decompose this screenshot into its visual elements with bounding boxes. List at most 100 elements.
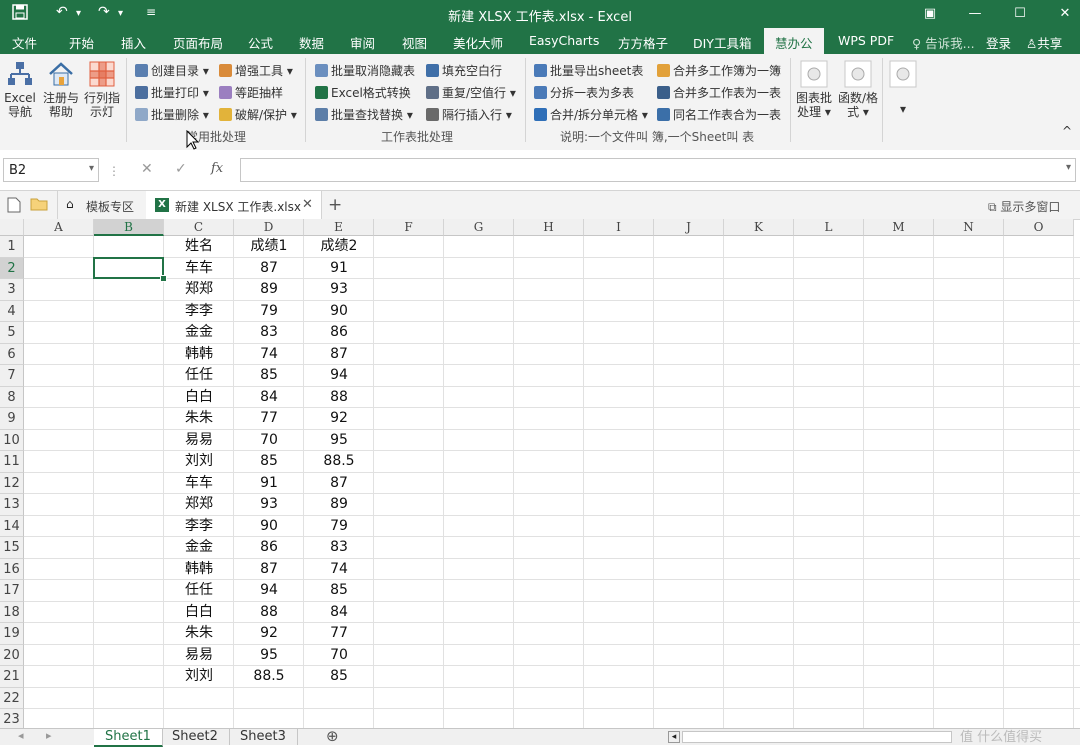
tab-insert[interactable]: 插入 [121,33,146,52]
row-header[interactable]: 12 [0,472,24,494]
data-cell[interactable]: 88 [234,602,304,623]
row-header[interactable]: 19 [0,623,24,645]
column-header[interactable]: O [1004,219,1074,236]
tab-page-layout[interactable]: 页面布局 [173,33,223,52]
row-header[interactable]: 16 [0,558,24,580]
row-header[interactable]: 10 [0,429,24,451]
data-cell[interactable]: 李李 [164,516,234,537]
column-header[interactable]: K [724,219,794,236]
name-box[interactable]: B2 ▾ [3,158,99,182]
data-cell[interactable]: 87 [234,559,304,580]
column-header[interactable]: A [24,219,94,236]
merge-same-name-button[interactable]: 同名工作表合为一表 [657,106,781,123]
excel-convert-button[interactable]: Excel格式转换 [315,84,411,101]
column-header[interactable]: B [94,219,164,236]
data-cell[interactable]: 77 [234,408,304,429]
split-table-button[interactable]: 分拆一表为多表 [534,84,634,101]
row-header[interactable]: 15 [0,537,24,559]
tab-view[interactable]: 视图 [402,33,427,52]
data-cell[interactable]: 金金 [164,322,234,343]
tab-file[interactable]: 文件 [12,33,37,52]
column-header[interactable]: C [164,219,234,236]
data-cell[interactable]: 89 [304,494,374,515]
data-cell[interactable]: 刘刘 [164,451,234,472]
data-cell[interactable]: 70 [304,645,374,666]
data-cell[interactable]: 任任 [164,580,234,601]
fill-blank-row-button[interactable]: 填充空白行 [426,62,502,79]
data-cell[interactable]: 87 [304,344,374,365]
row-header[interactable]: 9 [0,408,24,430]
header-cell[interactable]: 成绩2 [304,236,374,257]
row-header[interactable]: 22 [0,687,24,709]
data-cell[interactable]: 84 [304,602,374,623]
data-cell[interactable]: 88 [304,387,374,408]
column-header[interactable]: G [444,219,514,236]
data-cell[interactable]: 95 [234,645,304,666]
data-cell[interactable]: 79 [234,301,304,322]
tab-easycharts[interactable]: EasyCharts [529,33,599,48]
data-cell[interactable]: 77 [304,623,374,644]
spreadsheet-grid[interactable]: A B C D E F G H I J K L M N O 1 2 3 4 5 6 7 8 9 10 11 12 13 14 15 16 17… [0,219,1080,728]
row-header[interactable]: 8 [0,386,24,408]
row-header[interactable]: 1 [0,236,24,258]
sheet-tab-3[interactable]: Sheet3 [229,729,298,745]
tab-home[interactable]: 开始 [69,33,94,52]
ribbon-display-icon[interactable]: ▣ [915,3,945,25]
tab-wps-pdf[interactable]: WPS PDF [838,33,894,48]
data-cell[interactable]: 86 [304,322,374,343]
data-cell[interactable]: 87 [304,473,374,494]
row-header[interactable]: 5 [0,322,24,344]
row-header[interactable]: 4 [0,300,24,322]
collapse-ribbon-icon[interactable]: ^ [1062,124,1072,138]
row-header[interactable]: 7 [0,365,24,387]
row-header[interactable]: 14 [0,515,24,537]
register-help-button[interactable]: 注册与 帮助 [42,60,80,119]
data-cell[interactable]: 74 [234,344,304,365]
cancel-icon[interactable]: ✕ [141,161,153,177]
confirm-icon[interactable]: ✓ [175,161,187,177]
data-cell[interactable]: 李李 [164,301,234,322]
data-cell[interactable]: 84 [234,387,304,408]
data-cell[interactable]: 85 [234,365,304,386]
row-header[interactable]: 6 [0,343,24,365]
data-cell[interactable]: 74 [304,559,374,580]
column-header[interactable]: M [864,219,934,236]
header-cell[interactable]: 成绩1 [234,236,304,257]
data-cell[interactable]: 83 [304,537,374,558]
row-header[interactable]: 20 [0,644,24,666]
data-cell[interactable]: 85 [304,580,374,601]
column-header[interactable]: N [934,219,1004,236]
sheet-tab-2[interactable]: Sheet2 [161,729,230,745]
tab-formulas[interactable]: 公式 [248,33,273,52]
data-cell[interactable]: 朱朱 [164,623,234,644]
data-cell[interactable]: 易易 [164,645,234,666]
data-cell[interactable]: 白白 [164,602,234,623]
minimize-icon[interactable]: — [960,3,990,25]
row-header[interactable]: 13 [0,494,24,516]
data-cell[interactable]: 79 [304,516,374,537]
close-tab-icon[interactable]: ✕ [302,197,313,212]
data-cell[interactable]: 任任 [164,365,234,386]
tab-template-zone[interactable]: ⌂ 模板专区 [57,191,147,219]
excel-nav-button[interactable]: Excel 导航 [4,60,36,119]
data-cell[interactable]: 刘刘 [164,666,234,687]
data-cell[interactable]: 朱朱 [164,408,234,429]
batch-unhide-button[interactable]: 批量取消隐藏表 [315,62,415,79]
tab-huibangong[interactable]: 慧办公 [764,28,824,54]
hscroll-left-icon[interactable]: ◂ [668,731,680,743]
row-header[interactable]: 17 [0,580,24,602]
data-cell[interactable]: 88.5 [234,666,304,687]
header-cell[interactable]: 姓名 [164,236,234,257]
data-cell[interactable]: 92 [234,623,304,644]
sheet-tab-1[interactable]: Sheet1 [94,729,163,747]
selected-cell[interactable] [93,256,164,279]
data-cell[interactable]: 70 [234,430,304,451]
tab-fangfang[interactable]: 方方格子 [618,33,668,52]
column-header[interactable]: E [304,219,374,236]
data-cell[interactable]: 91 [234,473,304,494]
add-sheet-icon[interactable]: ⊕ [326,727,339,745]
interval-insert-row-button[interactable]: 隔行插入行 ▾ [426,106,512,123]
scroll-left-icon[interactable]: ◂ [18,729,24,742]
data-cell[interactable]: 韩韩 [164,344,234,365]
expand-formula-icon[interactable]: ▾ [1066,162,1071,173]
